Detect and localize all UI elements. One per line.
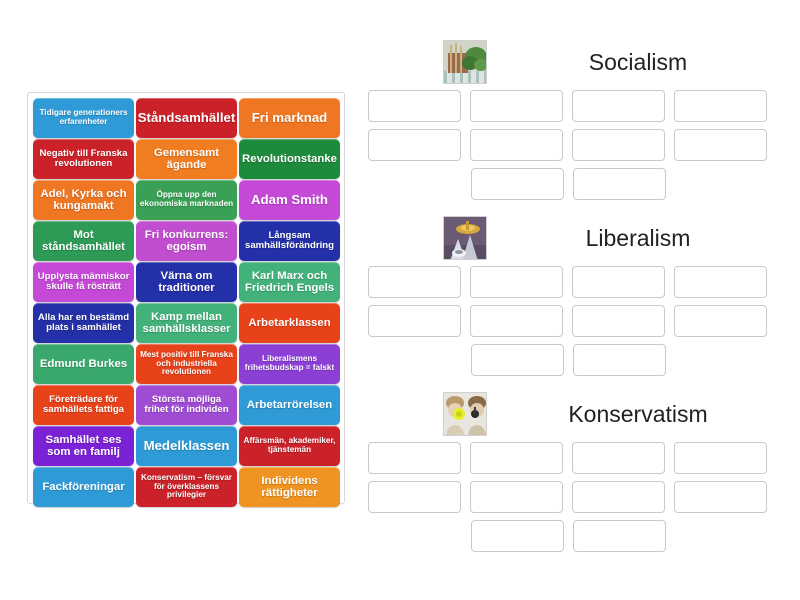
drop-slot[interactable]	[368, 266, 461, 298]
word-tile[interactable]: Edmund Burkes	[33, 344, 134, 384]
word-tile[interactable]: Fackföreningar	[33, 467, 134, 507]
word-tile-grid: Tidigare generationers erfarenheter Stånd…	[33, 98, 340, 507]
group-header: Socialism	[368, 38, 768, 86]
drop-slot[interactable]	[368, 90, 461, 122]
slot-rows	[368, 90, 768, 200]
word-tile[interactable]: Gemensamt ägande	[136, 139, 237, 179]
word-tile[interactable]: Värna om traditioner	[136, 262, 237, 302]
drop-slot[interactable]	[572, 520, 666, 552]
slot-row	[368, 305, 768, 337]
drop-slot[interactable]	[572, 129, 665, 161]
word-tile[interactable]: Mest positiv till Franska och industriel…	[136, 344, 237, 384]
slot-rows	[368, 442, 768, 552]
group-sort-activity: Tidigare generationers erfarenheter Stånd…	[0, 0, 800, 600]
word-tile[interactable]: Liberalismens frihetsbudskap = falskt	[239, 344, 340, 384]
drop-group-liberalism: Liberalism	[368, 214, 768, 383]
drop-slot[interactable]	[572, 168, 666, 200]
group-title-konservatism: Konservatism	[568, 401, 708, 427]
slot-rows	[368, 266, 768, 376]
liberalism-thumbnail	[443, 216, 487, 260]
word-tile[interactable]: Arbetarklassen	[239, 303, 340, 343]
word-tile[interactable]: Ståndsamhället	[136, 98, 237, 138]
drop-slot[interactable]	[572, 442, 665, 474]
slot-row	[368, 129, 768, 161]
slot-row	[368, 344, 768, 376]
word-tile[interactable]: Medelklassen	[136, 426, 237, 466]
drop-slot[interactable]	[368, 442, 461, 474]
drop-slot[interactable]	[470, 442, 563, 474]
word-tile[interactable]: Adel, Kyrka och kungamakt	[33, 180, 134, 220]
word-tile[interactable]: Tidigare generationers erfarenheter	[33, 98, 134, 138]
word-tile[interactable]: Kamp mellan samhällsklasser	[136, 303, 237, 343]
word-tile[interactable]: Karl Marx och Friedrich Engels	[239, 262, 340, 302]
drop-slot[interactable]	[674, 305, 767, 337]
drop-slot[interactable]	[470, 168, 564, 200]
drop-slot[interactable]	[470, 481, 563, 513]
slot-row	[368, 266, 768, 298]
group-header: Liberalism	[368, 214, 768, 262]
word-tile[interactable]: Upplysta människor skulle få rösträtt	[33, 262, 134, 302]
slot-row	[368, 442, 768, 474]
word-tile[interactable]: Samhället ses som en familj	[33, 426, 134, 466]
word-tile[interactable]: Största möjliga frihet för individen	[136, 385, 237, 425]
drop-slot[interactable]	[470, 344, 564, 376]
drop-slot[interactable]	[674, 266, 767, 298]
group-title-socialism: Socialism	[588, 49, 688, 75]
drop-slot[interactable]	[470, 90, 563, 122]
drop-slot[interactable]	[470, 305, 563, 337]
word-tile[interactable]: Fri konkurrens: egoism	[136, 221, 237, 261]
group-title-liberalism: Liberalism	[585, 225, 691, 251]
drop-slot[interactable]	[572, 344, 666, 376]
word-tile[interactable]: Arbetarrörelsen	[239, 385, 340, 425]
drop-slot[interactable]	[674, 129, 767, 161]
drop-slot[interactable]	[368, 129, 461, 161]
drop-slot[interactable]	[572, 90, 665, 122]
drop-slot[interactable]	[572, 266, 665, 298]
word-tile[interactable]: Negativ till Franska revolutionen	[33, 139, 134, 179]
word-tile[interactable]: Individens rättigheter	[239, 467, 340, 507]
drop-slot[interactable]	[674, 481, 767, 513]
konservatism-thumbnail	[443, 392, 487, 436]
word-tile[interactable]: Affärsmän, akademiker, tjänstemän	[239, 426, 340, 466]
slot-row	[368, 520, 768, 552]
word-tile[interactable]: Adam Smith	[239, 180, 340, 220]
word-tile[interactable]: Långsam samhällsförändring	[239, 221, 340, 261]
word-tile[interactable]: Alla har en bestämd plats i samhället	[33, 303, 134, 343]
word-tile-tray: Tidigare generationers erfarenheter Stånd…	[27, 92, 345, 507]
drop-slot[interactable]	[470, 129, 563, 161]
drop-slot[interactable]	[368, 305, 461, 337]
drop-slot[interactable]	[368, 481, 461, 513]
word-tile[interactable]: Mot ståndsamhället	[33, 221, 134, 261]
drop-slot[interactable]	[674, 442, 767, 474]
slot-row	[368, 90, 768, 122]
word-tile[interactable]: Företrädare för samhällets fattiga	[33, 385, 134, 425]
slot-row	[368, 481, 768, 513]
drop-slot[interactable]	[470, 520, 564, 552]
drop-group-konservatism: Konservatism	[368, 390, 768, 559]
word-tile[interactable]: Konservatism – försvar för överklassens …	[136, 467, 237, 507]
drop-slot[interactable]	[572, 481, 665, 513]
drop-group-socialism: Socialism	[368, 38, 768, 207]
word-tile[interactable]: Öppna upp den ekonomiska marknaden	[136, 180, 237, 220]
word-tile[interactable]: Fri marknad	[239, 98, 340, 138]
group-header: Konservatism	[368, 390, 768, 438]
drop-slot[interactable]	[470, 266, 563, 298]
slot-row	[368, 168, 768, 200]
drop-slot[interactable]	[572, 305, 665, 337]
word-tile[interactable]: Revolutionstanke	[239, 139, 340, 179]
socialism-thumbnail	[443, 40, 487, 84]
drop-slot[interactable]	[674, 90, 767, 122]
